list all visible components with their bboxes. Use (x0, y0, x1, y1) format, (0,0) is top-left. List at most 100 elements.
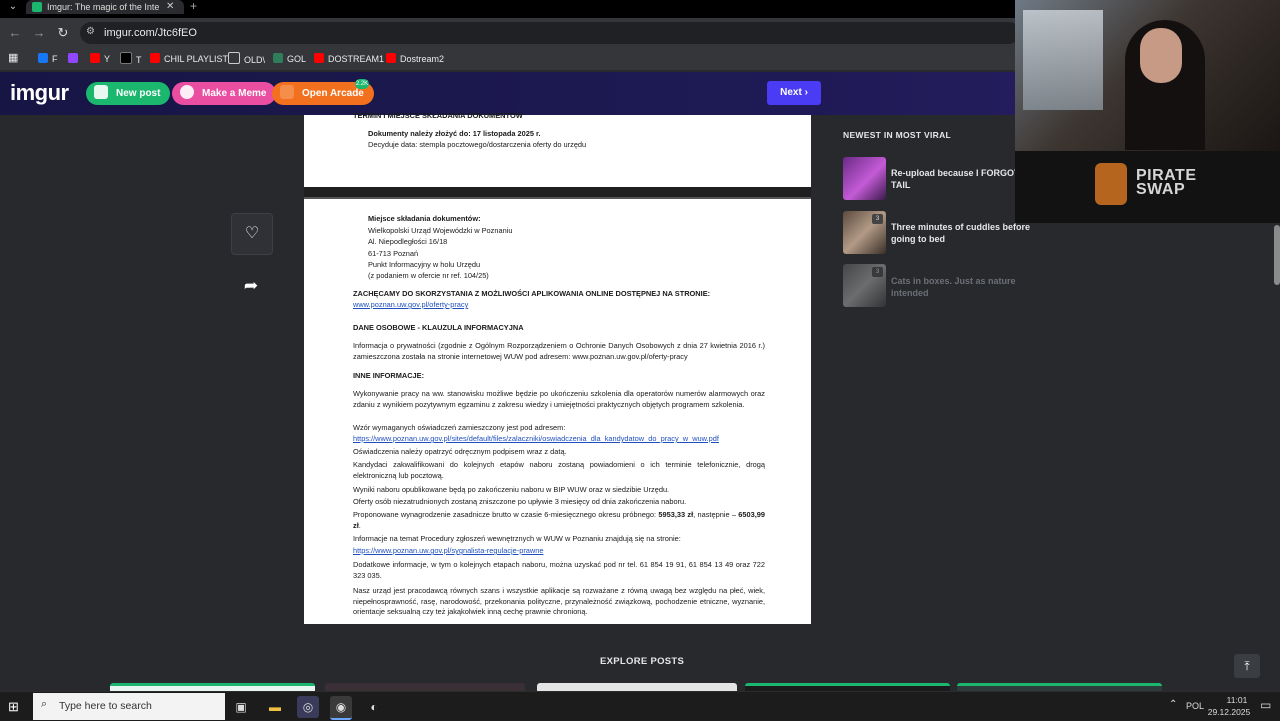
x-icon (120, 52, 132, 64)
youtube-icon (90, 53, 100, 63)
meme-icon (180, 85, 194, 99)
taskbar-search-box[interactable]: ⌕ Type here to search (33, 693, 225, 720)
bookmark-chil-playlist[interactable]: CHIL PLAYLIST (150, 52, 228, 66)
windows-start-icon[interactable]: ⊞ (8, 699, 24, 715)
sponsor-overlay: PIRATE SWAP (1015, 151, 1280, 223)
post-thumbnail[interactable]: 3 (843, 211, 886, 254)
doc-paragraph: Informacje na temat Procedury zgłoszeń w… (353, 534, 681, 543)
bookmark-youtube[interactable]: Y (90, 52, 110, 66)
webcam-window-background (1023, 10, 1103, 110)
bookmark-x[interactable]: T (120, 52, 142, 67)
gamepad-icon (280, 85, 294, 99)
post-image-document: TERMIN I MIEJSCE SKŁADANIA DOKUMENTÓW Do… (304, 111, 811, 624)
input-language[interactable]: POL (1186, 692, 1204, 721)
doc-address-line: 61-713 Poznań (368, 249, 419, 258)
doc-online-heading: ZACHĘCAMY DO SKORZYSTANIA Z MOŻLIWOŚCI A… (353, 289, 711, 298)
share-arrow-icon: ➦ (243, 276, 259, 295)
doc-decides: Decyduje data: stempla pocztowego/dostar… (368, 140, 587, 149)
page-scrollbar[interactable] (1274, 225, 1280, 285)
twitch-icon (68, 53, 78, 63)
doc-privacy-text: Informacja o prywatności (zgodnie z Ogól… (353, 341, 765, 361)
sponsor-text: PIRATE SWAP (1136, 167, 1197, 198)
arcade-count-badge: 2.2K (355, 79, 369, 89)
forward-icon[interactable]: → (30, 24, 48, 42)
reload-icon[interactable]: ↻ (54, 24, 72, 42)
post-thumbnail[interactable] (843, 157, 886, 200)
doc-place-label: Miejsce składania dokumentów: (368, 214, 481, 223)
doc-online-link: www.poznan.uw.gov.pl/oferty-pracy (353, 300, 469, 309)
url-text: imgur.com/Jtc6fEO (104, 27, 197, 39)
doc-paragraph: Wykonywanie pracy na ww. stanowisku możl… (353, 389, 765, 409)
bookmark-dostream2[interactable]: Dostream2 (386, 52, 444, 66)
favorite-button[interactable]: ♡ (231, 213, 273, 255)
sidebar-post-title[interactable]: Cats in boxes. Just as nature intended (891, 275, 1041, 299)
sidebar-post-title[interactable]: Three minutes of cuddles before going to… (891, 221, 1041, 245)
doc-paragraph: Oświadczenia należy opatrzyć odręcznym p… (353, 447, 567, 456)
doc-address-line: Al. Niepodległości 16/18 (368, 237, 448, 246)
close-tab-icon[interactable]: ✕ (166, 0, 174, 14)
post-thumbnail[interactable]: 3 (843, 264, 886, 307)
chevron-right-icon: › (804, 87, 808, 98)
site-info-icon[interactable]: ⚙ (86, 26, 95, 37)
folder-icon (228, 52, 240, 64)
search-placeholder: Type here to search (59, 700, 152, 712)
bookmark-gol[interactable]: GOL (273, 52, 306, 66)
facebook-icon (38, 53, 48, 63)
doc-privacy-heading: DANE OSOBOWE - KLAUZULA INFORMACYJNA (353, 323, 524, 332)
windows-taskbar: ⊞ ⌕ Type here to search ▣ ▬ ◎ ◉ ◐ ⌃ POL … (0, 691, 1280, 721)
search-icon: ⌕ (41, 698, 48, 710)
notification-icon[interactable]: ▭ (1260, 698, 1271, 712)
doc-paragraph: Kandydaci zakwalifikowani do kolejnych e… (353, 460, 765, 480)
imgur-logo[interactable]: imgur (10, 80, 69, 106)
album-count-badge: 3 (872, 267, 883, 277)
chrome-icon[interactable]: ◉ (330, 696, 352, 720)
tray-overflow-icon[interactable]: ⌃ (1169, 699, 1177, 710)
page-divider (304, 187, 811, 199)
share-button[interactable]: ➦ (231, 266, 271, 306)
doc-paragraph: Wyniki naboru opublikowane będą po zakoń… (353, 485, 670, 494)
file-explorer-icon[interactable]: ▬ (264, 696, 286, 718)
make-meme-button[interactable]: Make a Meme (172, 82, 277, 105)
discord-icon[interactable]: ◎ (297, 696, 319, 718)
new-post-button[interactable]: New post (86, 82, 171, 105)
tab-title: Imgur: The magic of the Interne (47, 2, 159, 12)
address-bar[interactable]: ⚙ imgur.com/Jtc6fEO (80, 22, 1020, 44)
task-view-icon[interactable]: ▣ (230, 696, 252, 718)
arrow-up-icon: ⤒ (1244, 659, 1250, 673)
doc-link-oswiadczenia: https://www.poznan.uw.gov.pl/sites/defau… (353, 434, 719, 443)
doc-link-sygnalista: https://www.poznan.uw.gov.pl/sygnalista-… (353, 546, 544, 555)
bookmark-dostream1[interactable]: DOSTREAM1 (314, 52, 384, 66)
webcam-overlay (1015, 0, 1280, 151)
doc-address-line: Punkt Informacyjny w holu Urzędu (368, 260, 481, 269)
new-tab-icon[interactable]: + (190, 0, 197, 13)
apps-grid-icon[interactable]: ▦ (8, 51, 18, 65)
doc-paragraph: Dodatkowe informacje, w tym o kolejnych … (353, 560, 765, 580)
doc-salary: Proponowane wynagrodzenie zasadnicze bru… (353, 510, 765, 530)
clock-date[interactable]: 29.12.2025 (1205, 707, 1253, 717)
doc-deadline: Dokumenty należy złożyć do: 17 listopada… (368, 129, 541, 138)
bookmark-twitch[interactable] (68, 52, 82, 66)
youtube-icon (314, 53, 324, 63)
sidebar-title: NEWEST IN MOST VIRAL (843, 130, 951, 140)
bookmark-facebook[interactable]: F (38, 52, 58, 66)
doc-other-heading: INNE INFORMACJE: (353, 371, 425, 380)
explore-posts-title: EXPLORE POSTS (600, 656, 685, 667)
system-tray: ⌃ POL 11:01 29.12.2025 ▭ (1165, 692, 1280, 721)
next-post-button[interactable]: Next › (767, 81, 821, 105)
doc-address-line: (z podaniem w ofercie nr ref. 104/25) (368, 271, 489, 280)
youtube-icon (386, 53, 396, 63)
doc-address-line: Wielkopolski Urząd Wojewódzki w Poznaniu (368, 226, 513, 235)
gol-icon (273, 53, 283, 63)
youtube-icon (150, 53, 160, 63)
tab-search-icon[interactable]: ⌄ (4, 0, 22, 14)
imgur-favicon-icon (32, 2, 42, 12)
back-icon[interactable]: ← (6, 24, 24, 42)
doc-paragraph: Wzór wymaganych oświadczeń zamieszczony … (353, 423, 566, 432)
scroll-to-top-button[interactable]: ⤒ (1234, 654, 1260, 678)
doc-paragraph: Nasz urząd jest pracodawcą równych szans… (353, 586, 765, 616)
doc-paragraph: Oferty osób niezatrudnionych zostaną zni… (353, 497, 687, 506)
bookmark-old-folder[interactable]: OLD\ (228, 52, 265, 67)
clock-time[interactable]: 11:01 (1217, 695, 1257, 705)
browser-tab[interactable]: Imgur: The magic of the Interne ✕ (26, 0, 184, 14)
obs-icon[interactable]: ◐ (363, 696, 385, 718)
